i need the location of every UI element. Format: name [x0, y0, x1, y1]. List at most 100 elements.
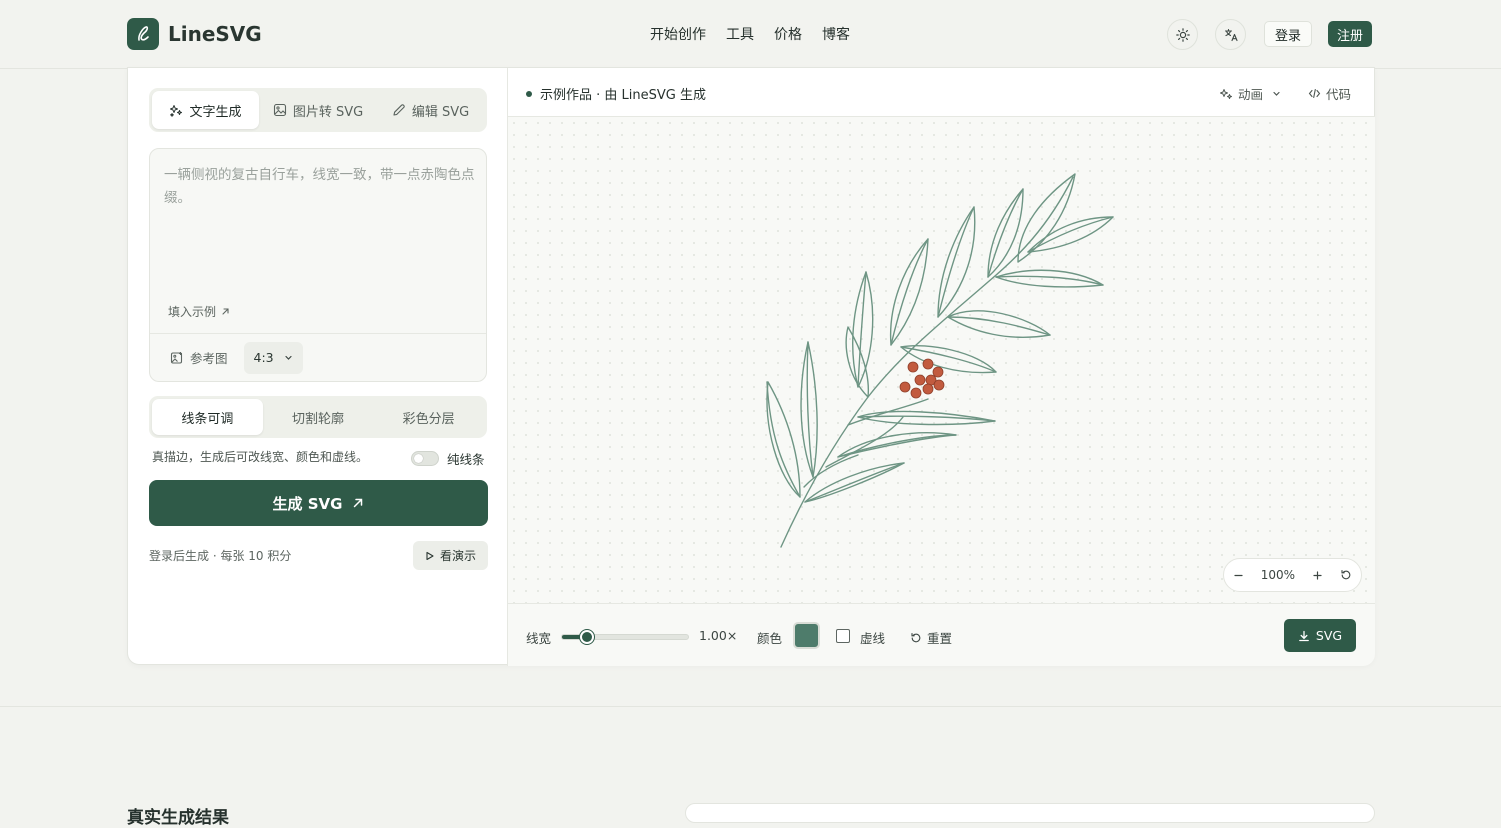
aspect-ratio-value: 4:3: [253, 350, 274, 365]
toggle-label: 纯线条: [447, 452, 485, 467]
chevron-down-icon: [1273, 91, 1280, 96]
arrow-up-right-icon: [222, 308, 229, 315]
fill-example-link[interactable]: 填入示例: [168, 303, 230, 320]
sparkles-icon: [170, 105, 183, 117]
section-title: 真实生成结果: [127, 808, 229, 828]
code-label: 代码: [1326, 87, 1352, 102]
preview-panel: 示例作品 · 由 LineSVG 生成 动画 代码 100% 线宽 1.00× …: [508, 68, 1375, 666]
login-button[interactable]: 登录: [1264, 21, 1313, 47]
rotate-ccw-icon: [911, 632, 921, 642]
zoom-level: 100%: [1260, 568, 1296, 582]
input-panel: 文字生成 图片转 SVG 编辑 SVG 一辆侧视的复古自行车，线宽一致，带一点赤…: [128, 68, 508, 666]
download-label: SVG: [1315, 628, 1343, 643]
berry: [922, 383, 934, 395]
sparkles-icon: [1220, 88, 1232, 99]
nav-item-pricing[interactable]: 价格: [774, 24, 802, 44]
berry: [910, 387, 922, 399]
svg-canvas[interactable]: 100%: [508, 117, 1375, 603]
line-width-slider[interactable]: [561, 630, 689, 644]
status-dot: [526, 90, 532, 97]
play-icon: [426, 551, 434, 560]
berry: [932, 366, 944, 378]
prompt-box: 一辆侧视的复古自行车，线宽一致，带一点赤陶色点缀。 填入示例 参考图 4:3: [149, 148, 487, 382]
berry: [899, 381, 911, 393]
generate-label: 生成 SVG: [272, 494, 343, 513]
color-label: 颜色: [757, 631, 783, 646]
watch-demo-button[interactable]: 看演示: [413, 541, 488, 570]
nav-item-tools[interactable]: 工具: [726, 24, 754, 44]
tab-image-to-svg[interactable]: 图片转 SVG: [259, 91, 377, 129]
section-divider: [0, 706, 1501, 707]
preview-title: 示例作品 · 由 LineSVG 生成: [526, 84, 706, 103]
aspect-ratio-select[interactable]: 4:3: [243, 341, 303, 374]
fill-example-label: 填入示例: [168, 305, 217, 319]
branch-illustration: [766, 173, 1114, 548]
tab-text-generate[interactable]: 文字生成: [152, 91, 259, 129]
generator-card: 文字生成 图片转 SVG 编辑 SVG 一辆侧视的复古自行车，线宽一致，带一点赤…: [127, 67, 1375, 666]
main-nav: 开始创作 工具 价格 博客: [650, 24, 850, 44]
berry: [922, 358, 934, 370]
reset-view-icon[interactable]: [1340, 569, 1352, 581]
code-button[interactable]: 代码: [1308, 84, 1351, 103]
credit-note: 登录后生成 · 每张 10 积分: [149, 549, 292, 563]
result-card-peek: [685, 803, 1375, 823]
chevron-down-icon: [285, 355, 292, 360]
demo-label: 看演示: [439, 549, 476, 563]
pure-line-toggle[interactable]: 纯线条: [411, 449, 485, 468]
style-cut-outline[interactable]: 切割轮廓: [263, 399, 374, 435]
prompt-input[interactable]: 一辆侧视的复古自行车，线宽一致，带一点赤陶色点缀。: [164, 164, 476, 210]
style-color-layers[interactable]: 彩色分层: [373, 399, 484, 435]
zoom-out-icon[interactable]: [1233, 570, 1244, 581]
slider-handle[interactable]: [580, 630, 595, 644]
style-adjustable-lines[interactable]: 线条可调: [152, 399, 263, 435]
download-svg-button[interactable]: SVG: [1284, 619, 1356, 652]
dashed-label: 虚线: [860, 631, 886, 646]
top-header: LineSVG 开始创作 工具 价格 博客 登录 注册: [0, 0, 1501, 69]
arrow-up-right-icon: [354, 498, 363, 508]
brand-name: LineSVG: [168, 22, 262, 46]
tab-label: 图片转 SVG: [292, 104, 364, 120]
animation-dropdown[interactable]: 动画: [1219, 84, 1281, 103]
image-plus-icon: [170, 351, 183, 364]
line-width-label: 线宽: [526, 631, 552, 646]
sun-icon: [1175, 27, 1190, 42]
tab-edit-svg[interactable]: 编辑 SVG: [377, 91, 484, 129]
stroke-color-swatch[interactable]: [793, 622, 820, 649]
style-description: 真描边，生成后可改线宽、颜色和虚线。: [152, 450, 369, 464]
reset-button[interactable]: 重置: [910, 628, 952, 647]
theme-toggle-button[interactable]: [1167, 19, 1198, 50]
prompt-footer: 参考图 4:3: [150, 333, 486, 381]
style-tabs: 线条可调 切割轮廓 彩色分层: [149, 396, 487, 438]
reset-label: 重置: [927, 631, 953, 646]
zoom-controls: 100%: [1223, 558, 1362, 592]
translate-icon: [1224, 28, 1238, 41]
download-icon: [1299, 630, 1309, 641]
pencil-icon: [393, 104, 405, 116]
logo-icon: [127, 18, 159, 50]
nav-item-create[interactable]: 开始创作: [650, 24, 706, 44]
generate-svg-button[interactable]: 生成 SVG: [149, 480, 488, 526]
nav-item-blog[interactable]: 博客: [822, 24, 850, 44]
reference-image-button[interactable]: 参考图: [170, 348, 228, 367]
mode-tabs: 文字生成 图片转 SVG 编辑 SVG: [149, 88, 487, 132]
berry: [933, 379, 945, 391]
line-width-value: 1.00×: [699, 628, 738, 643]
preview-header: 示例作品 · 由 LineSVG 生成 动画 代码: [508, 68, 1375, 117]
zoom-in-icon[interactable]: [1312, 570, 1323, 581]
language-button[interactable]: [1215, 19, 1246, 50]
preview-title-text: 示例作品 · 由 LineSVG 生成: [540, 88, 706, 103]
tab-label: 文字生成: [189, 104, 242, 120]
dashed-checkbox[interactable]: [836, 629, 850, 643]
berry: [907, 361, 919, 373]
reference-label: 参考图: [190, 351, 228, 366]
berries: [899, 358, 945, 399]
signup-button[interactable]: 注册: [1328, 21, 1373, 47]
brand-logo[interactable]: LineSVG: [127, 18, 262, 50]
toggle-switch[interactable]: [411, 451, 439, 466]
tab-label: 编辑 SVG: [411, 104, 470, 120]
berry: [914, 374, 926, 386]
stroke-controls: 线宽 1.00× 颜色 虚线 重置 SVG: [508, 603, 1375, 666]
code-icon: [1308, 88, 1321, 99]
animation-label: 动画: [1238, 87, 1264, 102]
image-icon: [273, 103, 286, 117]
